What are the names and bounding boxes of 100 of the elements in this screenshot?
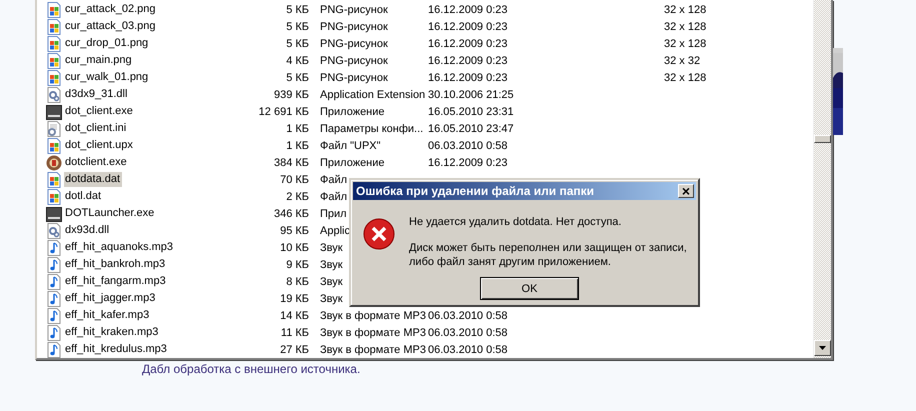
file-size: 1 КБ [286,140,309,152]
windows-file-icon [46,52,62,68]
file-date: 16.12.2009 0:23 [428,38,508,50]
music-file-icon [46,308,62,324]
file-size: 1 КБ [286,122,309,134]
image-dimensions: 32 x 32 [664,54,700,66]
app-icon [46,104,62,120]
file-size: 5 КБ [286,20,309,32]
file-type: Файл [319,174,348,186]
file-date: 16.12.2009 0:23 [428,4,508,16]
settings-file-icon [46,120,62,136]
file-type: PNG-рисунок [319,72,388,84]
file-type: PNG-рисунок [319,38,388,50]
file-date: 16.05.2010 23:47 [428,122,514,134]
file-name[interactable]: eff_hit_fangarm.mp3 [64,274,168,289]
file-type: Звук [319,258,343,270]
file-date: 16.12.2009 0:23 [428,54,508,66]
file-name[interactable]: dotl.dat [64,189,104,204]
file-size: 5 КБ [286,38,309,50]
file-size: 2 КБ [286,190,309,202]
image-dimensions: 32 x 128 [664,38,706,50]
file-name[interactable]: cur_attack_03.png [64,19,158,34]
file-type: Файл "UPX" [319,140,381,152]
file-type: Параметры конфи... [319,122,424,134]
app-icon [46,206,62,222]
file-name[interactable]: cur_attack_02.png [64,2,158,17]
file-type: Прил [319,208,347,220]
dialog-title: Ошибка при удалении файла или папки [356,184,594,198]
file-size: 19 КБ [280,292,309,304]
close-button[interactable]: × [678,184,694,198]
file-size: 346 КБ [274,208,309,220]
image-dimensions: 32 x 128 [664,20,706,32]
file-name[interactable]: cur_main.png [64,53,134,68]
file-name[interactable]: dot_client.exe [64,104,135,119]
ok-button[interactable]: OK [480,277,579,300]
file-type: PNG-рисунок [319,4,388,16]
music-file-icon [46,324,62,340]
file-type: Звук [319,292,343,304]
file-type: Приложение [319,156,385,168]
file-date: 30.10.2006 21:25 [428,88,514,100]
file-size: 8 КБ [286,276,309,288]
windows-file-icon [46,188,62,204]
file-size: 70 КБ [280,174,309,186]
music-file-icon [46,256,62,272]
file-name[interactable]: cur_walk_01.png [64,70,150,85]
windows-file-icon [46,138,62,154]
file-size: 11 КБ [280,326,309,338]
gear-file-icon [46,222,62,238]
file-date: 06.03.2010 0:58 [428,326,508,338]
file-date: 06.03.2010 0:58 [428,140,508,152]
gear-file-icon [46,86,62,102]
file-size: 5 КБ [286,4,309,16]
file-date: 06.03.2010 0:58 [428,344,508,356]
file-size: 27 КБ [280,344,309,356]
file-name[interactable]: eff_hit_aquanoks.mp3 [64,240,176,255]
file-size: 4 КБ [286,54,309,66]
file-date: 06.03.2010 0:58 [428,310,508,322]
file-type: Звук в формате MP3 [319,310,426,322]
file-type: Звук [319,242,343,254]
error-details: Диск может быть переполнен или защищен от записи, либо файл занят другим приложением. [409,241,688,269]
file-type: Звук [319,276,343,288]
file-name[interactable]: dx93d.dll [64,223,112,238]
file-name[interactable]: cur_drop_01.png [64,36,150,51]
file-name[interactable]: eff_hit_kredulus.mp3 [64,342,169,357]
file-name[interactable]: eff_hit_kafer.mp3 [64,308,152,323]
windows-file-icon [46,70,62,86]
file-name[interactable]: d3dx9_31.dll [64,87,130,102]
file-type: Звук в формате MP3 [319,344,426,356]
music-file-icon [46,240,62,256]
file-type: Приложение [319,106,385,118]
round-app-icon [46,154,62,170]
file-name[interactable]: eff_hit_bankroh.mp3 [64,257,168,272]
scrollbar-track[interactable] [813,0,831,358]
file-type: Applic [319,224,350,236]
music-file-icon [46,342,62,358]
error-icon [363,218,395,250]
image-dimensions: 32 x 128 [664,72,706,84]
file-type: Application Extension [319,88,426,100]
windows-file-icon [46,36,62,52]
file-date: 16.05.2010 23:31 [428,106,514,118]
file-size: 12 691 КБ [258,106,309,118]
file-name[interactable]: dot_client.ini [64,121,128,136]
file-name[interactable]: DOTLauncher.exe [64,206,156,221]
file-date: 16.12.2009 0:23 [428,72,508,84]
file-type: Звук в формате MP3 [319,326,426,338]
file-name[interactable]: dotdata.dat [64,172,122,187]
scrollbar-thumb[interactable] [814,135,831,143]
file-name[interactable]: dot_client.upx [64,138,135,153]
file-size: 5 КБ [286,72,309,84]
file-name[interactable]: eff_hit_jagger.mp3 [64,291,158,306]
file-size: 10 КБ [280,242,309,254]
file-name[interactable]: dotclient.exe [64,155,129,170]
scroll-down-button[interactable] [814,340,831,356]
image-dimensions: 32 x 128 [664,4,706,16]
file-date: 16.12.2009 0:23 [428,20,508,32]
file-size: 939 КБ [274,88,309,100]
file-type: PNG-рисунок [319,20,388,32]
windows-file-icon [46,172,62,188]
file-name[interactable]: eff_hit_kraken.mp3 [64,325,160,340]
file-size: 9 КБ [286,258,309,270]
